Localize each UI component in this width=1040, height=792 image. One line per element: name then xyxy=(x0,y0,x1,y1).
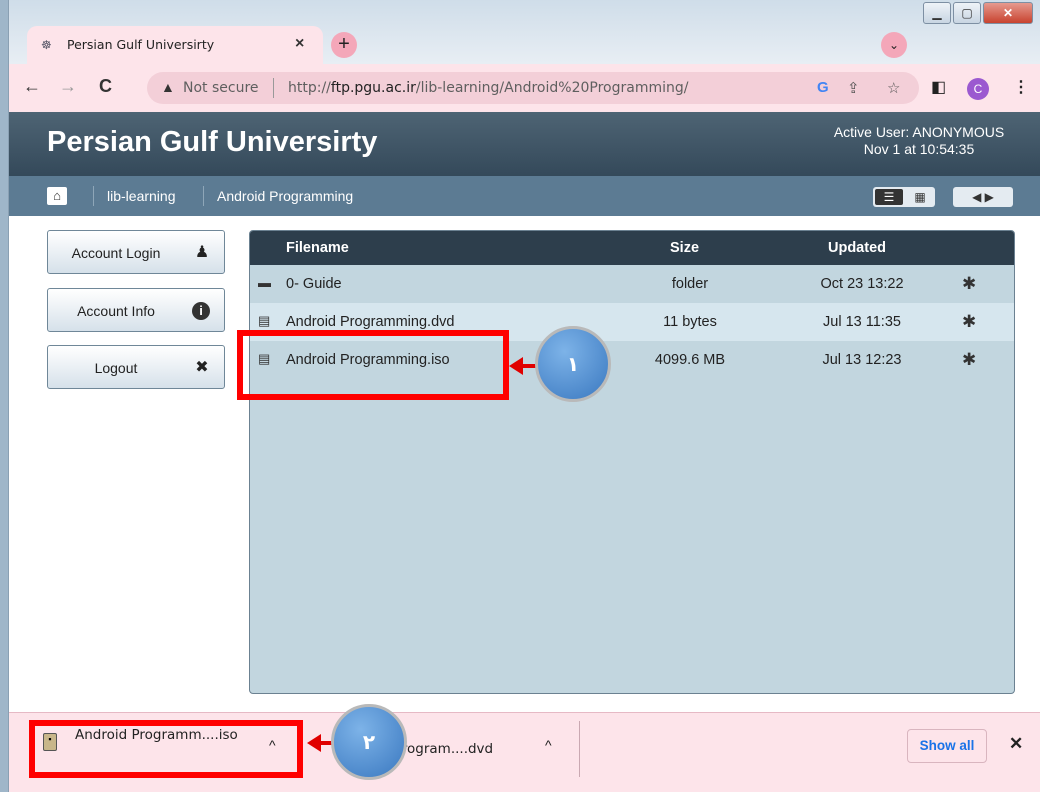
session-datetime: Nov 1 at 10:54:35 xyxy=(863,141,975,157)
menu-icon[interactable]: ⋮ xyxy=(1013,77,1029,97)
view-toggle: ☰ ▦ xyxy=(873,187,935,207)
page-content: Persian Gulf Universirty Active User: AN… xyxy=(9,112,1040,712)
file-size: 4099.6 MB xyxy=(654,352,726,368)
forward-button[interactable]: → xyxy=(59,76,77,97)
window-close-button[interactable]: ✕ xyxy=(983,2,1033,24)
tab-strip: ☸ Persian Gulf Universirty × + ⌄ ▁ ▢ ✕ xyxy=(9,0,1040,64)
file-updated: Oct 23 13:22 xyxy=(820,276,904,292)
close-icon: ✖ xyxy=(195,359,209,376)
tab-search-button[interactable]: ⌄ xyxy=(881,32,907,58)
breadcrumb-android-programming[interactable]: Android Programming xyxy=(217,188,353,204)
maximize-button[interactable]: ▢ xyxy=(953,2,981,24)
close-downloads-icon[interactable]: ✕ xyxy=(1009,734,1023,754)
share-icon[interactable]: ⇪ xyxy=(847,79,860,97)
breadcrumb-divider xyxy=(203,186,204,206)
browser-toolbar: ← → C ▲ Not secure http://ftp.pgu.ac.ir/… xyxy=(9,64,1040,112)
nav-arrows-button[interactable]: ◀ ▶ xyxy=(953,187,1013,207)
side-panel-icon[interactable]: ◧ xyxy=(931,77,946,97)
gear-icon[interactable]: ✱ xyxy=(962,350,976,370)
info-icon: i xyxy=(192,302,210,320)
profile-avatar[interactable]: C xyxy=(967,78,989,100)
callout-2: ٢ xyxy=(331,704,407,780)
url-text[interactable]: http://ftp.pgu.ac.ir/lib-learning/Androi… xyxy=(288,80,688,96)
account-info-button[interactable]: Account Info i xyxy=(47,288,225,332)
downloads-divider xyxy=(579,721,580,777)
home-icon[interactable]: ⌂ xyxy=(47,187,67,205)
site-title: Persian Gulf Universirty xyxy=(47,126,378,158)
address-bar[interactable]: ▲ Not secure http://ftp.pgu.ac.ir/lib-le… xyxy=(147,72,919,104)
file-name[interactable]: 0- Guide xyxy=(286,276,342,292)
google-lens-icon[interactable]: G xyxy=(817,79,829,96)
minimize-button[interactable]: ▁ xyxy=(923,2,951,24)
back-button[interactable]: ← xyxy=(23,76,41,97)
logout-button[interactable]: Logout ✖ xyxy=(47,345,225,389)
gear-icon[interactable]: ✱ xyxy=(962,312,976,332)
callout-arrow-head xyxy=(509,357,523,375)
filename-header[interactable]: Filename xyxy=(286,240,349,256)
browser-tab[interactable]: ☸ Persian Gulf Universirty × xyxy=(27,26,323,64)
account-login-label: Account Login xyxy=(71,245,161,261)
grid-view-icon[interactable]: ▦ xyxy=(907,187,933,207)
user-info: Active User: ANONYMOUS Nov 1 at 10:54:35 xyxy=(799,124,1039,158)
chevron-up-icon[interactable]: ^ xyxy=(545,737,552,753)
account-info-label: Account Info xyxy=(77,303,155,319)
file-name[interactable]: Android Programming.dvd xyxy=(286,314,454,330)
reload-button[interactable]: C xyxy=(99,76,112,97)
highlight-box-download xyxy=(29,720,303,778)
highlight-box-iso-file xyxy=(237,330,509,400)
account-login-button[interactable]: Account Login ♟ xyxy=(47,230,225,274)
callout-arrow-head xyxy=(307,734,321,752)
file-updated: Jul 13 12:23 xyxy=(822,352,902,368)
file-table-header: Filename Size Updated xyxy=(250,231,1014,265)
warning-icon[interactable]: ▲ xyxy=(161,79,175,95)
site-header: Persian Gulf Universirty Active User: AN… xyxy=(9,112,1040,176)
breadcrumb-divider xyxy=(93,186,94,206)
folder-icon: ▬ xyxy=(258,275,271,290)
tab-close-icon[interactable]: × xyxy=(295,35,304,53)
file-updated: Jul 13 11:35 xyxy=(823,314,901,330)
breadcrumb: ⌂ lib-learning Android Programming ☰ ▦ ◀… xyxy=(9,176,1040,216)
table-row[interactable]: ▬ 0- Guide folder Oct 23 13:22 ✱ xyxy=(250,265,1014,303)
breadcrumb-lib-learning[interactable]: lib-learning xyxy=(107,188,175,204)
size-header[interactable]: Size xyxy=(670,240,699,256)
active-user: Active User: ANONYMOUS xyxy=(833,124,1005,140)
site-favicon-icon: ☸ xyxy=(41,38,52,52)
bookmark-star-icon[interactable]: ☆ xyxy=(887,79,900,97)
new-tab-button[interactable]: + xyxy=(331,32,357,58)
file-icon: ▤ xyxy=(258,313,271,328)
user-icon: ♟ xyxy=(194,244,210,261)
updated-header[interactable]: Updated xyxy=(828,240,886,256)
callout-1: ١ xyxy=(535,326,611,402)
browser-window: ☸ Persian Gulf Universirty × + ⌄ ▁ ▢ ✕ ←… xyxy=(8,0,1040,792)
logout-label: Logout xyxy=(94,360,138,376)
file-list-panel: Filename Size Updated ▬ 0- Guide folder … xyxy=(249,230,1015,694)
file-size: folder xyxy=(671,276,709,292)
file-size: 11 bytes xyxy=(663,314,717,330)
show-all-button[interactable]: Show all xyxy=(907,729,987,763)
tab-title: Persian Gulf Universirty xyxy=(67,37,215,52)
gear-icon[interactable]: ✱ xyxy=(962,274,976,294)
security-label[interactable]: Not secure xyxy=(183,80,259,96)
omnibox-divider xyxy=(273,78,274,98)
list-view-icon[interactable]: ☰ xyxy=(875,189,903,205)
